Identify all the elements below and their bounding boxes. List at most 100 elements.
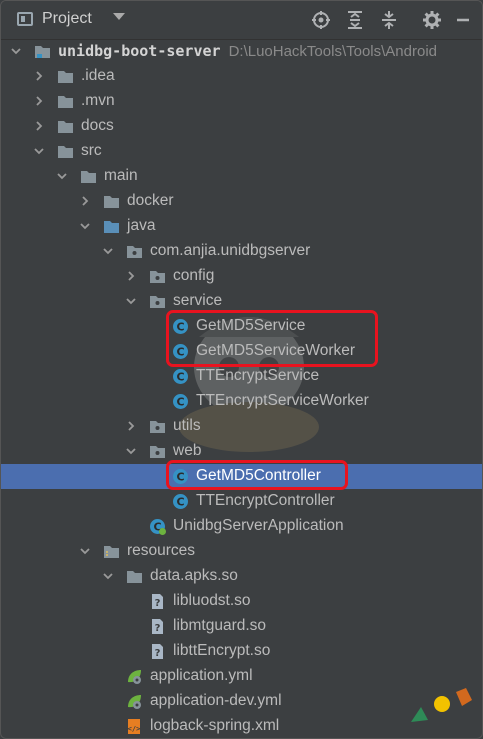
tree-item-label: web <box>173 442 202 459</box>
tree-item-label: libmtguard.so <box>173 617 267 634</box>
tree-item-label: data.apks.so <box>150 567 238 584</box>
package-icon <box>149 418 166 435</box>
tree-item-label: docker <box>127 192 174 209</box>
tree-item-label: TTEncryptController <box>196 492 335 509</box>
tree-item-java[interactable]: java <box>1 214 482 239</box>
chevron-right-icon[interactable] <box>34 71 44 81</box>
tree-item-label: logback-spring.xml <box>150 717 280 734</box>
chevron-down-icon[interactable] <box>103 571 113 581</box>
tree-item-ttencryptservice[interactable]: C TTEncryptService <box>1 364 482 389</box>
package-icon <box>149 268 166 285</box>
tree-item-label: TTEncryptServiceWorker <box>196 392 369 409</box>
chevron-right-icon[interactable] <box>126 421 136 431</box>
tree-item-label: .idea <box>81 67 115 84</box>
chevron-right-icon[interactable] <box>126 271 136 281</box>
svg-text:</>: </> <box>128 725 141 733</box>
chevron-down-icon[interactable] <box>11 46 21 56</box>
collapse-all-icon[interactable] <box>379 10 399 30</box>
tree-item-libttencrypt[interactable]: ? libttEncrypt.so <box>1 639 482 664</box>
chevron-down-icon[interactable] <box>126 296 136 306</box>
folder-icon <box>126 568 143 585</box>
tree-item-mvn[interactable]: .mvn <box>1 89 482 114</box>
folder-icon <box>103 193 120 210</box>
svg-text:?: ? <box>155 623 161 634</box>
tree-item-label: UnidbgServerApplication <box>173 517 344 534</box>
unknown-file-icon: ? <box>149 593 166 610</box>
tree-item-label: application.yml <box>150 667 253 684</box>
chevron-down-icon[interactable] <box>80 546 90 556</box>
panel-title[interactable]: Project <box>42 10 92 28</box>
tree-item-label: config <box>173 267 215 284</box>
tree-item-config[interactable]: config <box>1 264 482 289</box>
tree-item-resources[interactable]: resources <box>1 539 482 564</box>
project-panel: Project unidbg-boot-server D:\LuoHackToo… <box>0 0 483 739</box>
highlight-box-services <box>166 310 378 367</box>
chevron-down-icon[interactable] <box>57 171 67 181</box>
chevron-right-icon[interactable] <box>80 196 90 206</box>
tree-item-ttencryptcontroller[interactable]: C TTEncryptController <box>1 489 482 514</box>
tree-item-root[interactable]: unidbg-boot-server D:\LuoHackTools\Tools\… <box>1 39 482 64</box>
tree-item-docker[interactable]: docker <box>1 189 482 214</box>
spring-config-icon <box>126 668 143 685</box>
spring-config-icon <box>126 693 143 710</box>
package-icon <box>126 243 143 260</box>
tree-item-label: service <box>173 292 223 309</box>
tree-item-utils[interactable]: utils <box>1 414 482 439</box>
spring-boot-class-icon: C <box>149 518 166 535</box>
tree-item-label: com.anjia.unidbgserver <box>150 242 311 259</box>
unknown-file-icon: ? <box>149 643 166 660</box>
tree-item-label: libttEncrypt.so <box>173 642 271 659</box>
module-folder-icon <box>34 43 51 60</box>
expand-all-icon[interactable] <box>345 10 365 30</box>
java-class-icon: C <box>172 368 189 385</box>
chevron-right-icon[interactable] <box>34 121 44 131</box>
folder-icon <box>57 118 74 135</box>
svg-text:C: C <box>176 496 184 509</box>
tree-item-label: src <box>81 142 102 159</box>
package-icon <box>149 293 166 310</box>
tree-item-label: application-dev.yml <box>150 692 282 709</box>
chevron-down-icon[interactable] <box>34 146 44 156</box>
chevron-down-icon[interactable] <box>113 13 125 20</box>
tree-item-label: main <box>104 167 138 184</box>
hide-icon[interactable] <box>456 10 470 30</box>
tree-item-label: resources <box>127 542 196 559</box>
tree-item-libluodst[interactable]: ? libluodst.so <box>1 589 482 614</box>
chevron-down-icon[interactable] <box>103 246 113 256</box>
tree-item-label: libluodst.so <box>173 592 251 609</box>
tree-item-package-root[interactable]: com.anjia.unidbgserver <box>1 239 482 264</box>
folder-icon <box>57 93 74 110</box>
tree-item-label: utils <box>173 417 201 434</box>
svg-text:C: C <box>176 371 184 384</box>
svg-text:?: ? <box>155 598 161 609</box>
tree-item-label: docs <box>81 117 114 134</box>
source-folder-icon <box>103 218 120 235</box>
highlight-box-controller <box>166 460 348 490</box>
folder-icon <box>57 143 74 160</box>
tree-item-libmtguard[interactable]: ? libmtguard.so <box>1 614 482 639</box>
xml-file-icon: </> <box>126 718 143 735</box>
package-icon <box>149 443 166 460</box>
unknown-file-icon: ? <box>149 618 166 635</box>
folder-icon <box>57 68 74 85</box>
tree-item-data-apks-so[interactable]: data.apks.so <box>1 564 482 589</box>
resources-folder-icon <box>103 543 120 560</box>
tree-item-src[interactable]: src <box>1 139 482 164</box>
tree-item-idea[interactable]: .idea <box>1 64 482 89</box>
tree-item-docs[interactable]: docs <box>1 114 482 139</box>
corner-sticker-image <box>411 688 472 722</box>
project-toolbar: Project <box>1 1 482 40</box>
tree-item-unidbgserverapplication[interactable]: C UnidbgServerApplication <box>1 514 482 539</box>
chevron-right-icon[interactable] <box>34 96 44 106</box>
chevron-down-icon[interactable] <box>80 221 90 231</box>
tree-item-label: TTEncryptService <box>196 367 320 384</box>
chevron-down-icon[interactable] <box>126 446 136 456</box>
tree-item-label: .mvn <box>81 92 115 109</box>
tree-item-ttencryptserviceworker[interactable]: C TTEncryptServiceWorker <box>1 389 482 414</box>
locate-icon[interactable] <box>311 10 331 30</box>
project-path-text: D:\LuoHackTools\Tools\Android <box>228 43 438 60</box>
project-window-icon <box>17 12 33 26</box>
tree-item-main[interactable]: main <box>1 164 482 189</box>
folder-icon <box>80 168 97 185</box>
gear-icon[interactable] <box>422 10 442 30</box>
